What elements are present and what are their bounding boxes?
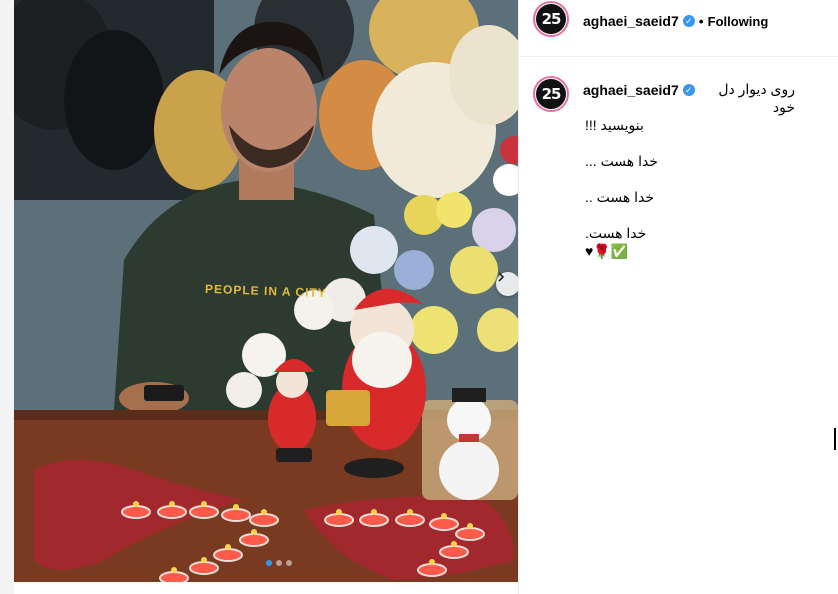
chevron-right-icon (498, 272, 505, 282)
caption-text: روی دیوار دل خود بنویسید !!! ... خدا هست… (585, 80, 795, 260)
carousel-indicator (266, 560, 292, 566)
carousel-dot (276, 560, 282, 566)
caption-emoji: ♥🌹✅ (585, 243, 629, 259)
text-cursor (834, 428, 836, 450)
left-gutter (0, 0, 14, 594)
carousel-dot (266, 560, 272, 566)
post-header: 25 aghaei_saeid7 ✓ • Following (519, 0, 838, 57)
caption-line: .خدا هست (585, 225, 647, 241)
caption-line: ... خدا هست (585, 153, 658, 169)
header-user-row: aghaei_saeid7 ✓ • Following (583, 12, 768, 30)
following-button[interactable]: Following (708, 14, 769, 29)
verified-badge-icon: ✓ (682, 15, 695, 27)
caption-line: بنویسید !!! (585, 117, 644, 133)
avatar-image: 25 (536, 4, 566, 34)
carousel-dot (286, 560, 292, 566)
separator-dot: • (698, 13, 704, 29)
caption-line: روی دیوار دل خود (718, 81, 795, 115)
avatar[interactable]: 25 (533, 1, 569, 37)
avatar-image: 25 (536, 79, 566, 109)
carousel-next-button[interactable] (496, 272, 518, 296)
header-username[interactable]: aghaei_saeid7 (583, 13, 679, 29)
post-side-panel: 25 aghaei_saeid7 ✓ • Following 25 aghaei… (519, 0, 838, 594)
caption-line: .. خدا هست (585, 189, 655, 205)
post-photo[interactable]: PEOPLE IN A CITY (14, 0, 518, 582)
caption-avatar[interactable]: 25 (533, 76, 569, 112)
